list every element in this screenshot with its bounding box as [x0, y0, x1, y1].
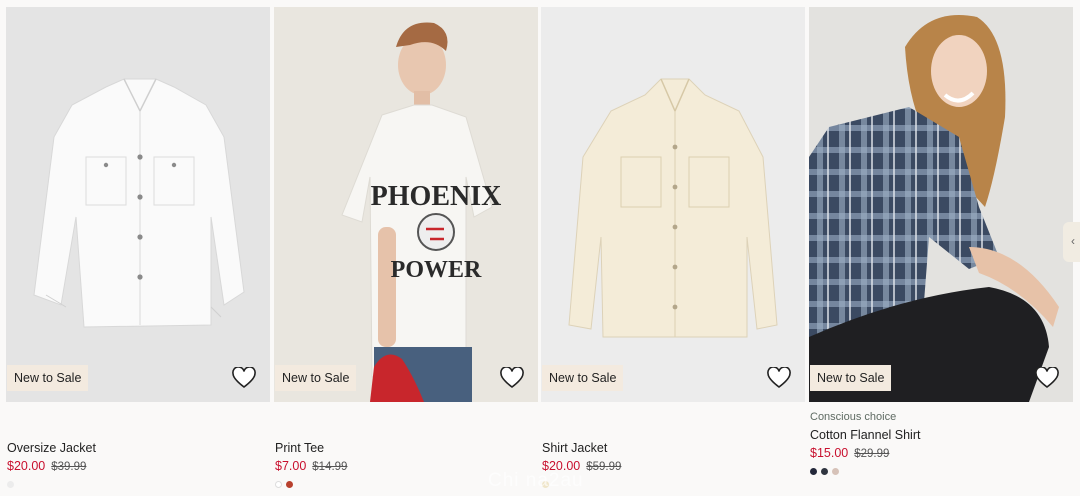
color-swatch[interactable]	[7, 481, 14, 488]
conscious-choice-label[interactable]: Conscious choice	[810, 410, 1070, 426]
product-image[interactable]: New to Sale	[541, 7, 805, 402]
heart-outline-icon[interactable]	[500, 367, 524, 389]
heart-outline-icon[interactable]	[767, 367, 791, 389]
heart-outline-icon[interactable]	[1035, 367, 1059, 389]
heart-outline-icon[interactable]	[232, 367, 256, 389]
new-to-sale-badge: New to Sale	[7, 365, 89, 391]
tee-print-bottom-text: POWER	[391, 257, 482, 283]
product-name[interactable]: Oversize Jacket	[7, 439, 267, 457]
product-info: Oversize Jacket $20.00 $39.99	[7, 423, 267, 489]
color-swatch[interactable]	[810, 468, 817, 475]
conscious-choice-label	[275, 423, 535, 439]
product-image[interactable]: New to Sale	[6, 7, 270, 402]
new-to-sale-badge: New to Sale	[810, 365, 892, 391]
product-image[interactable]: PHOENIX POWER New to Sale	[274, 7, 538, 402]
carousel-next-button[interactable]: ‹	[1063, 222, 1080, 262]
color-swatch[interactable]	[286, 481, 293, 488]
original-price: $14.99	[312, 461, 348, 473]
sale-price: $20.00	[7, 459, 46, 473]
product-prices: $20.00 $39.99	[7, 457, 267, 475]
product-card[interactable]: New to Sale Shirt Jacket $20.00 $59.99	[541, 7, 805, 488]
product-card[interactable]: New to Sale Conscious choice Cotton Flan…	[809, 7, 1073, 475]
original-price: $39.99	[51, 461, 87, 473]
sale-price: $15.00	[810, 446, 849, 460]
original-price: $59.99	[586, 461, 622, 473]
color-swatches	[810, 468, 1070, 476]
original-price: $29.99	[854, 448, 890, 460]
color-swatch[interactable]	[275, 481, 282, 488]
color-swatch[interactable]	[832, 468, 839, 475]
product-info: Conscious choice Cotton Flannel Shirt $1…	[810, 410, 1070, 476]
product-name[interactable]: Cotton Flannel Shirt	[810, 426, 1070, 444]
chevron-right-icon: ‹	[1071, 234, 1075, 248]
new-to-sale-badge: New to Sale	[275, 365, 357, 391]
product-image-flannel	[809, 7, 1073, 402]
product-prices: $15.00 $29.99	[810, 444, 1070, 462]
conscious-choice-label	[7, 423, 267, 439]
product-image-shirt-jacket	[541, 7, 805, 402]
color-swatches	[7, 481, 267, 489]
sale-price: $7.00	[275, 459, 307, 473]
new-to-sale-badge: New to Sale	[542, 365, 624, 391]
watermark: Chi na2au	[488, 470, 584, 491]
product-card[interactable]: PHOENIX POWER New to Sale Print Tee $7.0…	[274, 7, 538, 488]
product-card[interactable]: New to Sale Oversize Jacket $20.00 $39.99	[6, 7, 270, 488]
product-name[interactable]: Shirt Jacket	[542, 439, 802, 457]
color-swatch[interactable]	[821, 468, 828, 475]
conscious-choice-label	[542, 423, 802, 439]
product-image[interactable]: New to Sale	[809, 7, 1073, 402]
product-image-tee: PHOENIX POWER	[274, 7, 538, 402]
product-image-jacket	[6, 7, 270, 402]
product-name[interactable]: Print Tee	[275, 439, 535, 457]
tee-print-top-text: PHOENIX	[371, 181, 502, 212]
